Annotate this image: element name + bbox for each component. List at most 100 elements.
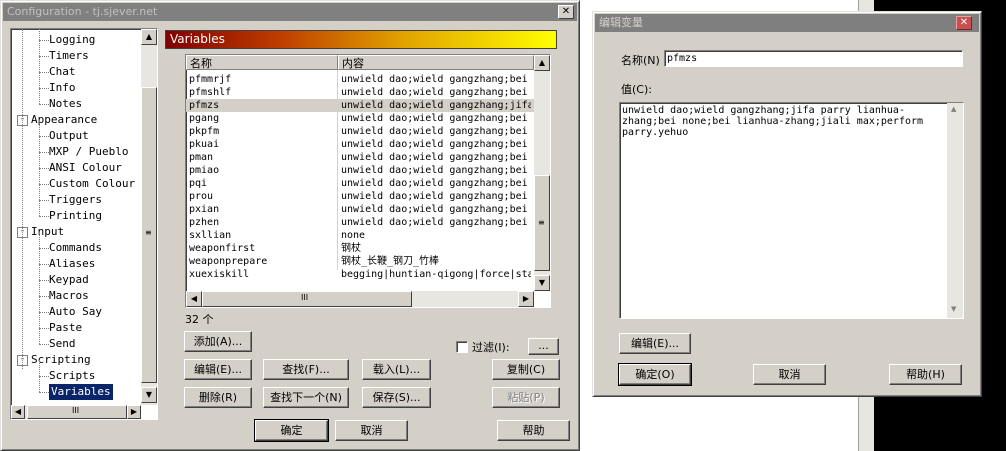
- paste-button[interactable]: 粘贴(P): [492, 387, 560, 408]
- find-next-button[interactable]: 查找下一个(N): [263, 387, 349, 408]
- table-row[interactable]: pfmzs unwield dao;wield gangzhang;jifa: [186, 99, 534, 112]
- row-value: begging|huntian-qigong|force|sta: [341, 269, 531, 280]
- list-scroll-up-icon[interactable]: ▲: [534, 55, 550, 71]
- help-button[interactable]: 帮助: [497, 420, 570, 441]
- dialog-ok-button[interactable]: 确定(O): [618, 363, 692, 386]
- table-row[interactable]: pqi unwield dao;wield gangzhang;bei: [186, 177, 534, 190]
- tree-item-triggers[interactable]: Triggers: [49, 192, 102, 208]
- tree-item-appearance[interactable]: Appearance: [31, 112, 97, 128]
- load-button[interactable]: 载入(L)...: [362, 359, 431, 380]
- list-hscroll-thumb[interactable]: III: [202, 291, 412, 307]
- table-row[interactable]: weaponprepare 钢杖_长鞭_钢刀_竹棒: [186, 255, 534, 268]
- close-icon[interactable]: ✕: [558, 5, 574, 19]
- list-scroll-thumb[interactable]: ≡: [534, 175, 550, 271]
- tree-scroll-right-icon[interactable]: ▶: [127, 405, 141, 419]
- table-row[interactable]: pfmshlf unwield dao;wield gangzhang;bei: [186, 86, 534, 99]
- tree-item-logging[interactable]: Logging: [49, 32, 95, 48]
- dialog-help-button[interactable]: 帮助(H): [889, 364, 962, 385]
- filter-checkbox[interactable]: [456, 341, 468, 353]
- tree-item-ansi-colour[interactable]: ANSI Colour: [49, 160, 122, 176]
- list-scroll-right-icon[interactable]: ▶: [518, 291, 534, 307]
- value-vscrollbar[interactable]: ▲ ▼: [947, 103, 963, 318]
- filter-options-button[interactable]: ...: [528, 338, 559, 355]
- value-scroll-up-icon[interactable]: ▲: [951, 105, 956, 113]
- find-button[interactable]: 查找(F)...: [263, 359, 349, 380]
- table-row[interactable]: pkuai unwield dao;wield gangzhang;bei: [186, 138, 534, 151]
- table-row[interactable]: xuexiskill begging|huntian-qigong|force|s…: [186, 268, 534, 281]
- table-row[interactable]: prou unwield dao;wield gangzhang;bei: [186, 190, 534, 203]
- name-field[interactable]: pfmzs: [664, 50, 963, 67]
- table-row[interactable]: weaponfirst 钢杖: [186, 242, 534, 255]
- tree-branch-line: [39, 392, 49, 393]
- list-vscrollbar[interactable]: ▲ ≡ ▼: [534, 55, 550, 291]
- list-scroll-left-icon[interactable]: ◀: [186, 291, 202, 307]
- list-scroll-down-icon[interactable]: ▼: [534, 275, 550, 291]
- save-button[interactable]: 保存(S)...: [362, 387, 431, 408]
- tree-item-send[interactable]: Send: [49, 336, 76, 352]
- panel-title: Variables: [170, 32, 225, 46]
- table-row[interactable]: pfmmrjf unwield dao;wield gangzhang;bei: [186, 73, 534, 86]
- tree-item-scripts[interactable]: Scripts: [49, 368, 95, 384]
- row-name: prou: [189, 191, 214, 202]
- tree-item-input[interactable]: Input: [31, 224, 64, 240]
- tree-scroll-left-icon[interactable]: ◀: [11, 405, 25, 419]
- table-row[interactable]: pmiao unwield dao;wield gangzhang;bei: [186, 164, 534, 177]
- tree-item-timers[interactable]: Timers: [49, 48, 89, 64]
- column-header-value[interactable]: 内容: [338, 55, 534, 70]
- tree-item-keypad[interactable]: Keypad: [49, 272, 89, 288]
- tree-scroll-up-icon[interactable]: ▲: [141, 29, 157, 45]
- variables-rows: pfmmrjf unwield dao;wield gangzhang;bei pf…: [186, 73, 534, 289]
- copy-button[interactable]: 复制(C): [492, 359, 560, 380]
- list-hscrollbar[interactable]: ◀ III ▶: [186, 291, 534, 307]
- tree-item-custom-colour[interactable]: Custom Colour: [49, 176, 135, 192]
- config-title: Configuration - tj.sjever.net: [7, 5, 158, 18]
- tree-scroll-thumb[interactable]: ≡: [141, 87, 157, 383]
- tree-item-mxp-pueblo[interactable]: MXP / Pueblo: [49, 144, 128, 160]
- table-row[interactable]: pkpfm unwield dao;wield gangzhang;bei: [186, 125, 534, 138]
- row-name: sxllian: [189, 230, 232, 241]
- tree-scroll-down-icon[interactable]: ▼: [141, 387, 157, 403]
- table-row[interactable]: pxian unwield dao;wield gangzhang;bei: [186, 203, 534, 216]
- tree-item-paste[interactable]: Paste: [49, 320, 82, 336]
- add-button[interactable]: 添加(A)...: [184, 331, 252, 352]
- value-scroll-down-icon[interactable]: ▼: [951, 305, 956, 313]
- tree-vscrollbar[interactable]: ▲ ≡ ▼: [141, 29, 157, 405]
- value-textarea[interactable]: unwield dao;wield gangzhang;jifa parry l…: [619, 102, 964, 319]
- row-value: unwield dao;wield gangzhang;bei: [341, 87, 528, 98]
- table-row[interactable]: sxllian none: [186, 229, 534, 242]
- row-name: pmiao: [189, 165, 220, 176]
- tree-item-chat[interactable]: Chat: [49, 64, 76, 80]
- cancel-button[interactable]: 取消: [335, 420, 408, 441]
- column-header-name[interactable]: 名称: [186, 55, 338, 70]
- variables-list[interactable]: 名称 内容 pfmmrjf unwield dao;wield gangzhang…: [185, 54, 551, 308]
- dialog-title: 编辑变量: [599, 16, 643, 29]
- row-name: pfmzs: [189, 100, 220, 111]
- dialog-cancel-button[interactable]: 取消: [753, 364, 826, 385]
- filter-label: 过滤(I):: [472, 341, 510, 354]
- row-value: unwield dao;wield gangzhang;bei: [341, 204, 528, 215]
- ok-button[interactable]: 确定: [254, 419, 329, 442]
- table-row[interactable]: pman unwield dao;wield gangzhang;bei: [186, 151, 534, 164]
- table-row[interactable]: pgang unwield dao;wield gangzhang;bei: [186, 112, 534, 125]
- dialog-close-icon[interactable]: ✕: [956, 16, 972, 30]
- dialog-edit-button[interactable]: 编辑(E)...: [619, 333, 691, 354]
- delete-button[interactable]: 删除(R): [184, 387, 252, 408]
- tree-item-macros[interactable]: Macros: [49, 288, 89, 304]
- value-label: 值(C):: [621, 83, 652, 96]
- row-name: xuexiskill: [189, 269, 250, 280]
- table-row[interactable]: pzhen unwield dao;wield gangzhang;bei: [186, 216, 534, 229]
- tree-item-aliases[interactable]: Aliases: [49, 256, 95, 272]
- settings-tree[interactable]: Logging Timers Chat Info Notes - Appearance Out…: [10, 28, 158, 420]
- tree-item-info[interactable]: Info: [49, 80, 76, 96]
- tree-item-variables[interactable]: Variables: [49, 384, 113, 400]
- tree-item-output[interactable]: Output: [49, 128, 89, 144]
- tree-branch-line: [39, 120, 40, 216]
- tree-item-auto-say[interactable]: Auto Say: [49, 304, 102, 320]
- tree-item-notes[interactable]: Notes: [49, 96, 82, 112]
- edit-button[interactable]: 编辑(E)...: [184, 359, 252, 380]
- tree-hscroll-thumb[interactable]: III: [27, 405, 127, 419]
- tree-item-printing[interactable]: Printing: [49, 208, 102, 224]
- configuration-window: Configuration - tj.sjever.net ✕ Logging T…: [0, 0, 580, 451]
- tree-hscrollbar[interactable]: ◀ III ▶: [11, 405, 141, 419]
- tree-item-commands[interactable]: Commands: [49, 240, 102, 256]
